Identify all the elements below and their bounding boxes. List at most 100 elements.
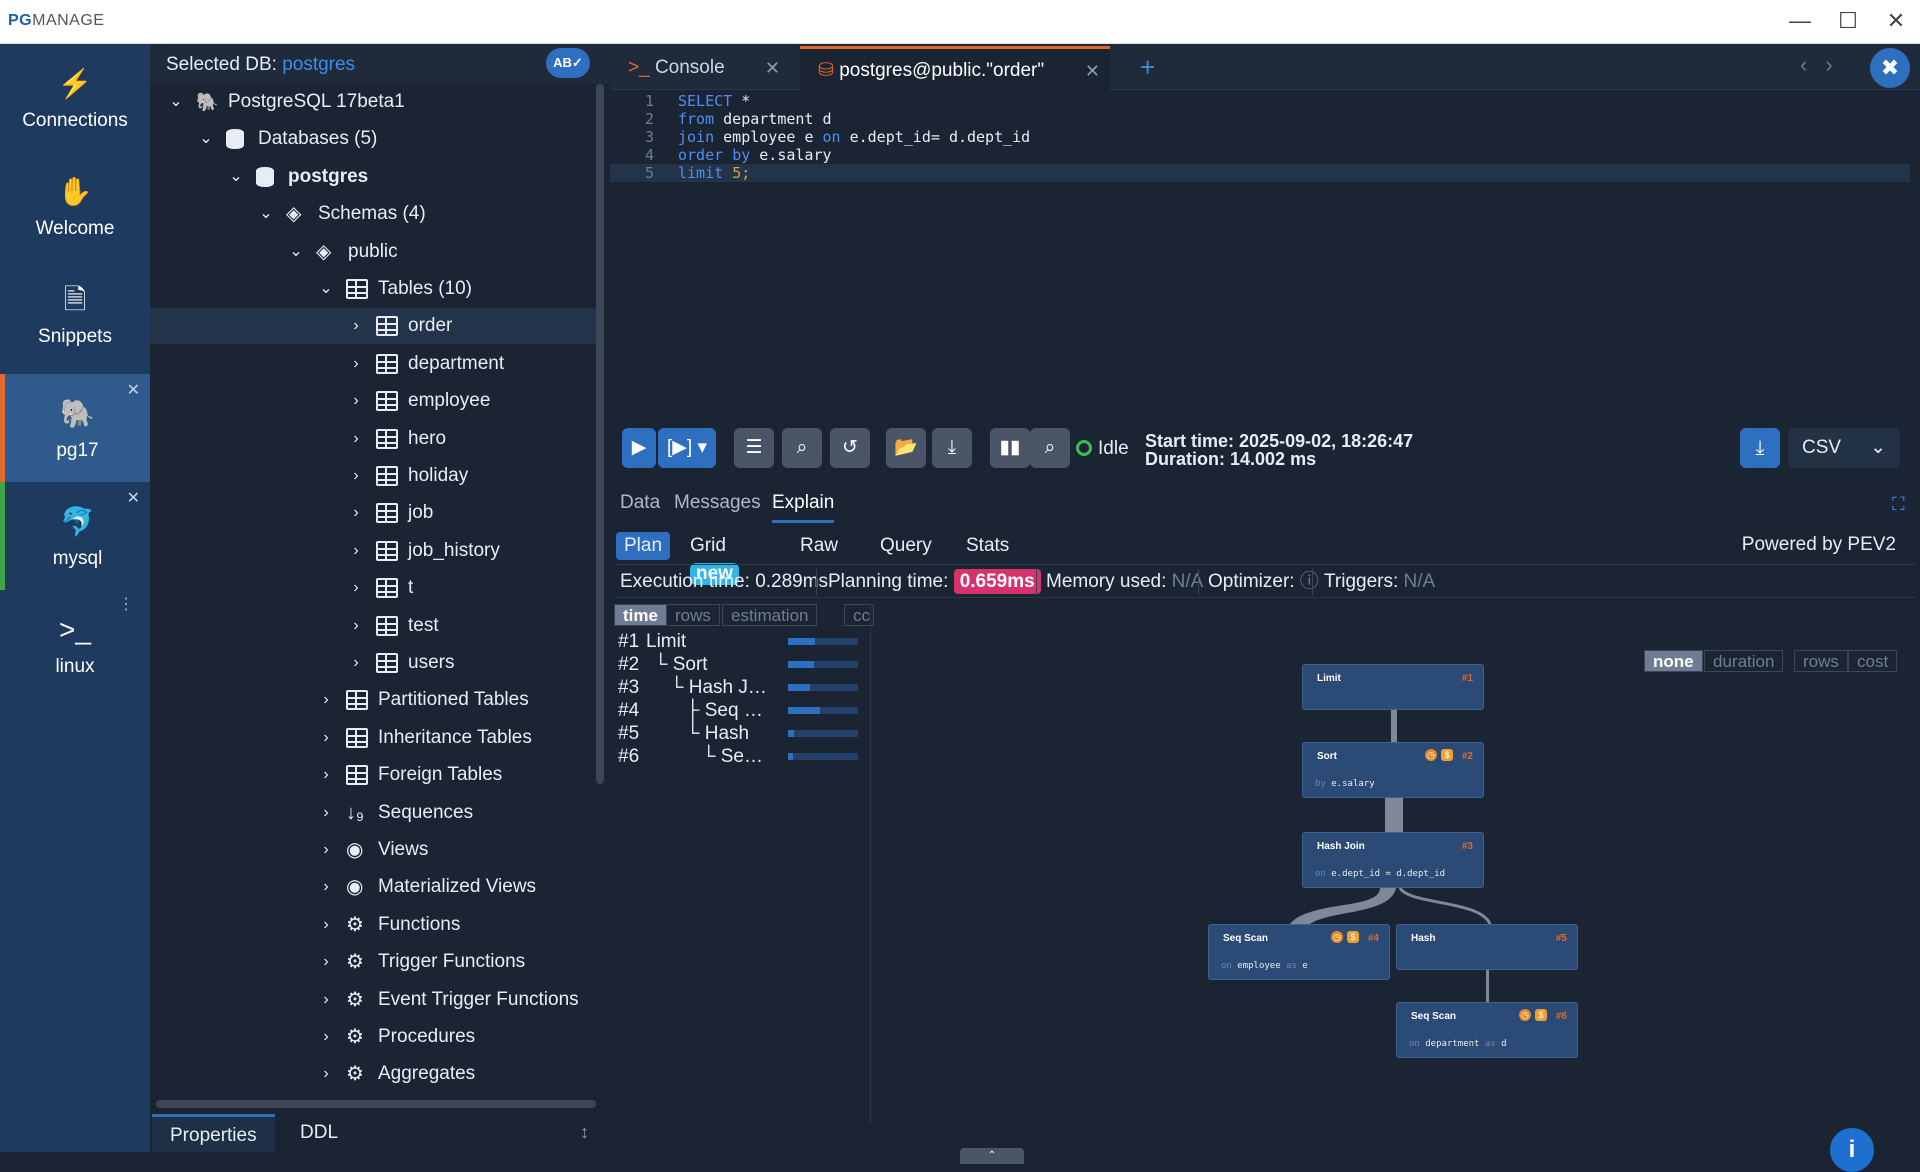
- tree-node[interactable]: › hero: [150, 421, 600, 457]
- code-line[interactable]: 1 SELECT *: [610, 92, 1910, 110]
- chevron-right-icon[interactable]: ›: [316, 907, 336, 943]
- explain-icon[interactable]: ▮▮: [990, 428, 1030, 468]
- tab-console[interactable]: >_ Console ✕: [610, 46, 790, 90]
- plan-node[interactable]: Hash #5: [1396, 924, 1578, 970]
- tree-node[interactable]: › Partitioned Tables: [150, 682, 600, 718]
- tab-scroll-arrows[interactable]: ‹›: [1800, 52, 1851, 78]
- chevron-right-icon[interactable]: ›: [316, 869, 336, 905]
- chevron-right-icon[interactable]: ›: [316, 1056, 336, 1092]
- tree-node[interactable]: ⌄ Tables (10): [150, 271, 600, 307]
- chevron-right-icon[interactable]: ›: [346, 495, 366, 531]
- chevron-down-icon[interactable]: ⌄: [316, 271, 336, 307]
- rail-snippets[interactable]: 🗎 Snippets: [0, 260, 150, 368]
- plan-row[interactable]: #2 └ Sort: [618, 653, 868, 676]
- metric-time[interactable]: time: [614, 604, 667, 626]
- minimize-button[interactable]: —: [1780, 6, 1820, 36]
- tab-raw[interactable]: Raw: [792, 532, 846, 560]
- more-vertical-icon[interactable]: ⋮: [118, 594, 134, 614]
- tab-stats[interactable]: Stats: [958, 532, 1017, 560]
- tree-node[interactable]: › ⚙ Aggregates: [150, 1056, 600, 1092]
- tab-ddl[interactable]: DDL: [282, 1114, 356, 1152]
- tree-node[interactable]: › order: [150, 308, 600, 345]
- tree-horizontal-scrollbar[interactable]: [156, 1100, 596, 1108]
- export-download-button[interactable]: ⤓: [1740, 428, 1780, 468]
- tree-node[interactable]: › ⚙ Procedures: [150, 1019, 600, 1055]
- metric-estimation[interactable]: estimation: [722, 604, 818, 626]
- tree-node[interactable]: ⌄ postgres: [150, 159, 600, 195]
- open-file-icon[interactable]: 📂: [886, 428, 926, 468]
- tree-node[interactable]: › ◉ Views: [150, 832, 600, 868]
- code-line[interactable]: 3 join employee e on e.dept_id= d.dept_id: [610, 128, 1910, 146]
- expand-icon[interactable]: ⛶: [1892, 494, 1905, 515]
- tree-node[interactable]: › employee: [150, 383, 600, 419]
- plan-node[interactable]: Hash Join #3 on e.dept_id = d.dept_id: [1302, 832, 1484, 888]
- tree-node[interactable]: › test: [150, 608, 600, 644]
- sql-editor[interactable]: 1 SELECT * 2 from department d 3 join employe…: [610, 90, 1920, 450]
- tree-node[interactable]: › ◉ Materialized Views: [150, 869, 600, 905]
- close-window-button[interactable]: ✕: [1876, 6, 1916, 36]
- explain-analyze-icon[interactable]: ⌕: [1030, 428, 1070, 468]
- tab-data[interactable]: Data: [620, 492, 660, 514]
- plan-row[interactable]: #4 ├ Seq …: [618, 699, 868, 722]
- plan-node[interactable]: Limit #1: [1302, 664, 1484, 710]
- chevron-right-icon[interactable]: ›: [346, 608, 366, 644]
- rail-connection-linux[interactable]: ⋮ >_ linux: [0, 590, 150, 698]
- metric-rows[interactable]: rows: [666, 604, 720, 626]
- tree-node[interactable]: ⌄ ◈ Schemas (4): [150, 196, 600, 232]
- tab-properties[interactable]: Properties: [152, 1114, 275, 1152]
- tree-node[interactable]: › department: [150, 346, 600, 382]
- tree-scrollbar[interactable]: [596, 84, 604, 784]
- chevron-right-icon[interactable]: ›: [346, 645, 366, 681]
- highlight-cost[interactable]: cost: [1848, 650, 1898, 672]
- chevron-right-icon[interactable]: ›: [316, 944, 336, 980]
- close-icon[interactable]: ✕: [127, 380, 140, 400]
- chevron-right-icon[interactable]: ›: [316, 720, 336, 756]
- tree-node[interactable]: ⌄ ◈ public: [150, 234, 600, 270]
- tab-grid[interactable]: Grid new: [682, 532, 747, 585]
- tree-node[interactable]: › job_history: [150, 533, 600, 569]
- tree-node[interactable]: › ⚙ Event Trigger Functions: [150, 982, 600, 1018]
- chevron-right-icon[interactable]: ›: [316, 832, 336, 868]
- indent-icon[interactable]: ☰: [734, 428, 774, 468]
- plan-node[interactable]: Sort #2 ◷ $ by e.salary: [1302, 742, 1484, 798]
- info-icon[interactable]: ⓘ: [1300, 571, 1319, 592]
- tab-messages[interactable]: Messages: [674, 492, 761, 514]
- rail-welcome[interactable]: ✋ Welcome: [0, 152, 150, 260]
- tree-node[interactable]: › job: [150, 495, 600, 531]
- chevron-down-icon[interactable]: ⌄: [256, 196, 276, 232]
- tree-node[interactable]: ⌄ 🐘 PostgreSQL 17beta1: [150, 84, 600, 120]
- chevron-right-icon[interactable]: ›: [346, 458, 366, 494]
- plan-row[interactable]: #1 Limit: [618, 630, 868, 653]
- search-icon[interactable]: ⌕: [782, 428, 822, 468]
- chevron-right-icon[interactable]: ›: [346, 421, 366, 457]
- plan-node[interactable]: Seq Scan #6 ◷ $ on department as d: [1396, 1002, 1578, 1058]
- add-tab-button[interactable]: +: [1140, 52, 1155, 83]
- plan-node[interactable]: Seq Scan #4 ◷ $ on employee as e: [1208, 924, 1390, 980]
- chevron-right-icon[interactable]: ›: [316, 1019, 336, 1055]
- close-icon[interactable]: ✕: [765, 46, 780, 90]
- chevron-down-icon[interactable]: ⌄: [226, 159, 246, 195]
- tree-node[interactable]: › users: [150, 645, 600, 681]
- highlight-rows[interactable]: rows: [1794, 650, 1848, 672]
- chevron-right-icon[interactable]: ›: [346, 308, 366, 344]
- resize-handle-icon[interactable]: ↕: [580, 1122, 589, 1143]
- close-icon[interactable]: ✕: [127, 488, 140, 508]
- plan-row[interactable]: #3 └ Hash J…: [618, 676, 868, 699]
- chevron-right-icon[interactable]: ›: [346, 570, 366, 606]
- tree-node[interactable]: › holiday: [150, 458, 600, 494]
- rail-connection-pg17[interactable]: ✕ 🐘 pg17: [0, 374, 150, 482]
- tab-explain[interactable]: Explain: [772, 492, 835, 523]
- rail-connection-mysql[interactable]: ✕ 🐬 mysql: [0, 482, 150, 590]
- plan-row[interactable]: #6 └ Se…: [618, 745, 868, 768]
- tab-plan[interactable]: Plan: [616, 532, 671, 560]
- plan-row[interactable]: #5 └ Hash: [618, 722, 868, 745]
- chevron-right-icon[interactable]: ›: [316, 982, 336, 1018]
- tree-node[interactable]: › Inheritance Tables: [150, 720, 600, 756]
- rail-connections[interactable]: ⚡ Connections: [0, 44, 150, 152]
- collapse-panel-handle[interactable]: ⌃: [960, 1148, 1024, 1164]
- save-file-icon[interactable]: ⤓: [932, 428, 972, 468]
- chevron-down-icon[interactable]: ⌄: [286, 234, 306, 270]
- chevron-right-icon[interactable]: ›: [316, 795, 336, 831]
- highlight-duration[interactable]: duration: [1704, 650, 1784, 672]
- export-format-select[interactable]: CSV ⌄: [1788, 428, 1900, 468]
